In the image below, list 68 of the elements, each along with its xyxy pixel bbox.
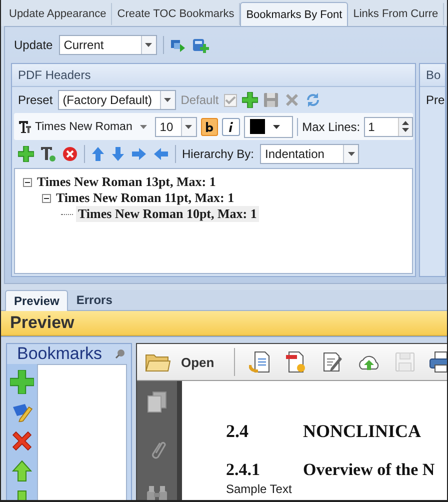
heading-number: 2.4	[226, 421, 250, 442]
tab[interactable]: Errors	[68, 290, 120, 310]
caret-icon	[273, 124, 280, 128]
max-lines-field[interactable]: 1	[364, 116, 413, 136]
pages-icon[interactable]	[147, 391, 167, 413]
tree-item[interactable]: Times New Roman 10pt, Max: 1	[76, 206, 259, 222]
caret-icon	[185, 124, 192, 128]
binoculars-icon[interactable]	[146, 485, 168, 500]
preset-dropdown[interactable]: (Factory Default)	[58, 90, 176, 110]
italic-toggle[interactable]	[222, 118, 240, 136]
update-dropdown[interactable]: Current	[58, 35, 157, 55]
down-arrow-icon[interactable]	[402, 128, 409, 132]
add-text-icon[interactable]	[40, 146, 56, 162]
tab[interactable]: Bookmarks By Font	[240, 2, 348, 27]
add-icon[interactable]	[10, 370, 34, 394]
caret-icon	[140, 124, 148, 128]
body-text: Sample Text	[226, 482, 293, 496]
caret-icon	[145, 43, 152, 47]
left-arrow-icon[interactable]	[153, 147, 169, 161]
remove-icon[interactable]	[62, 146, 78, 162]
folder-icon	[145, 352, 171, 372]
add-icon[interactable]	[18, 146, 34, 162]
open-button[interactable]: Open	[145, 352, 220, 372]
expander-icon[interactable]	[42, 194, 51, 202]
tree-item[interactable]: Times New Roman 11pt, Max: 1	[54, 190, 236, 206]
font-size-dropdown[interactable]: 10	[154, 116, 197, 136]
hierarchy-label: Hierarchy By:	[182, 147, 254, 161]
heading-text: NONCLINICA	[303, 421, 422, 442]
font-dropdown[interactable]: Times New Roman	[18, 116, 151, 136]
heading-text: Overview of the N	[303, 460, 435, 480]
preview-title: Preview	[1, 311, 447, 336]
check-icon	[224, 96, 236, 104]
caret-icon	[348, 152, 355, 156]
max-lines-label: Max Lines:	[302, 120, 360, 134]
color-picker[interactable]	[244, 116, 294, 138]
document-arrow-icon[interactable]	[249, 351, 272, 373]
save-icon[interactable]	[262, 92, 279, 108]
hierarchy-dropdown[interactable]: Indentation	[260, 144, 360, 164]
tree-item[interactable]: Times New Roman 13pt, Max: 1	[35, 174, 218, 190]
update-label: Update	[14, 38, 53, 52]
bold-icon	[205, 122, 214, 132]
printer-icon[interactable]	[429, 351, 447, 373]
right-arrow-icon[interactable]	[131, 147, 147, 161]
tab[interactable]: Links From Curre	[348, 3, 444, 25]
add-icon[interactable]	[242, 92, 258, 108]
italic-icon	[228, 122, 234, 132]
tab[interactable]: Preview	[5, 290, 68, 311]
font-icon	[18, 120, 32, 133]
heading-number: 2.4.1	[226, 460, 261, 480]
bold-toggle[interactable]	[200, 118, 218, 136]
caret-icon	[164, 98, 172, 102]
preset-label: Preset	[18, 93, 53, 107]
refresh-icon[interactable]	[304, 92, 321, 108]
panel-title: Bo	[420, 64, 445, 87]
up-arrow-icon[interactable]	[402, 121, 409, 125]
preset-label: Pre	[426, 93, 445, 107]
bookmarks-title: Bookmarks	[17, 344, 102, 364]
document-edit-icon[interactable]	[321, 351, 344, 373]
delete-icon[interactable]	[11, 430, 33, 452]
run-icon[interactable]	[170, 38, 186, 52]
panel-title: PDF Headers	[12, 64, 415, 87]
add-database-icon[interactable]	[192, 37, 210, 53]
default-label: Default	[180, 93, 219, 107]
tab[interactable]: Update Appearance	[4, 3, 112, 25]
document-settings-icon[interactable]	[285, 351, 308, 373]
delete-icon[interactable]	[284, 92, 300, 108]
edit-icon[interactable]	[11, 402, 33, 422]
expander-icon[interactable]	[23, 178, 32, 186]
